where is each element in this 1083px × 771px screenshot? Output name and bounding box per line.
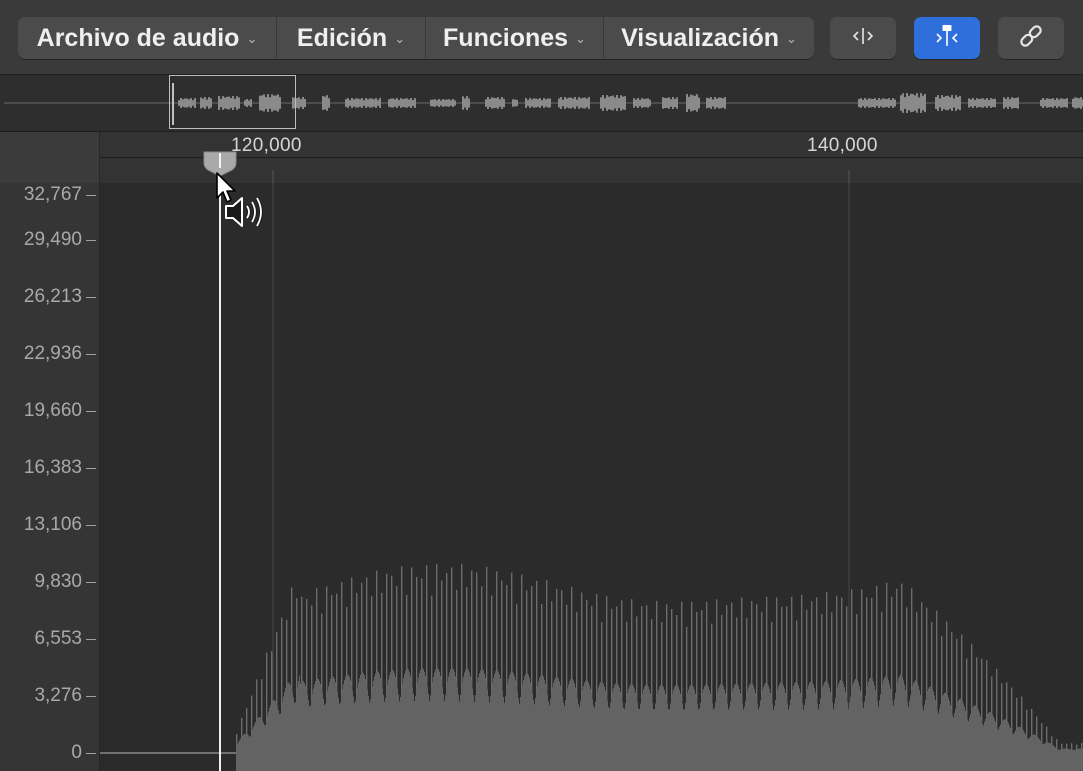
ruler-corner xyxy=(0,132,100,184)
y-label: 3,276 xyxy=(34,685,82,706)
y-label: 6,553 xyxy=(34,628,82,649)
overview-visible-range[interactable] xyxy=(169,75,296,129)
menu-visualizacion[interactable]: Visualización ⌄ xyxy=(604,17,814,59)
waveform-editor[interactable] xyxy=(100,183,1083,771)
menu-label: Edición xyxy=(296,23,388,52)
menu-archivo-de-audio[interactable]: Archivo de audio ⌄ xyxy=(18,17,277,59)
y-label: 13,106 xyxy=(23,514,82,535)
ruler-label-120000: 120,000 xyxy=(231,135,302,156)
y-tick xyxy=(86,411,96,412)
chevron-down-icon: ⌄ xyxy=(246,31,258,46)
y-tick xyxy=(86,195,96,196)
y-tick xyxy=(86,468,96,469)
menu-label: Funciones xyxy=(443,23,569,52)
catch-button[interactable] xyxy=(914,17,980,59)
overview-waveform xyxy=(4,83,1083,125)
menu-bar: Archivo de audio ⌄ Edición ⌄ Funciones ⌄… xyxy=(18,17,814,59)
split-arrows-icon xyxy=(849,25,877,52)
y-label: 32,767 xyxy=(23,184,82,205)
waveform xyxy=(100,183,1083,771)
y-tick xyxy=(86,297,96,298)
y-label: 19,660 xyxy=(23,400,82,421)
chevron-down-icon: ⌄ xyxy=(786,31,797,46)
y-label: 26,213 xyxy=(23,286,82,307)
chevron-down-icon: ⌄ xyxy=(394,31,406,46)
chevron-down-icon: ⌄ xyxy=(575,31,586,46)
y-tick xyxy=(86,354,96,355)
menu-edicion[interactable]: Edición ⌄ xyxy=(277,17,426,59)
ruler-divider xyxy=(100,157,1083,158)
toolbar: Archivo de audio ⌄ Edición ⌄ Funciones ⌄… xyxy=(0,0,1083,74)
ruler-gridline-ticks xyxy=(272,170,850,183)
y-tick xyxy=(86,240,96,241)
y-label: 22,936 xyxy=(23,343,82,364)
menu-label: Archivo de audio xyxy=(36,23,240,52)
playhead-line[interactable] xyxy=(219,172,221,771)
y-label: 9,830 xyxy=(34,571,82,592)
y-label: 0 xyxy=(71,742,82,763)
y-label: 16,383 xyxy=(23,457,82,478)
y-label: 29,490 xyxy=(23,229,82,250)
y-tick xyxy=(86,582,96,583)
catch-icon xyxy=(932,23,962,54)
ruler-label-140000: 140,000 xyxy=(807,135,878,156)
menu-label: Visualización xyxy=(621,23,780,52)
y-tick xyxy=(86,696,96,697)
link-icon xyxy=(1016,21,1046,56)
menu-funciones[interactable]: Funciones ⌄ xyxy=(426,17,604,59)
amplitude-axis: 32,767 29,490 26,213 22,936 19,660 16,38… xyxy=(0,183,100,771)
overview-strip[interactable] xyxy=(0,74,1083,131)
split-view-button[interactable] xyxy=(830,17,896,59)
y-tick xyxy=(86,525,96,526)
link-button[interactable] xyxy=(998,17,1064,59)
y-tick xyxy=(86,639,96,640)
y-tick xyxy=(86,753,96,754)
speaker-scrub-icon xyxy=(223,194,267,235)
